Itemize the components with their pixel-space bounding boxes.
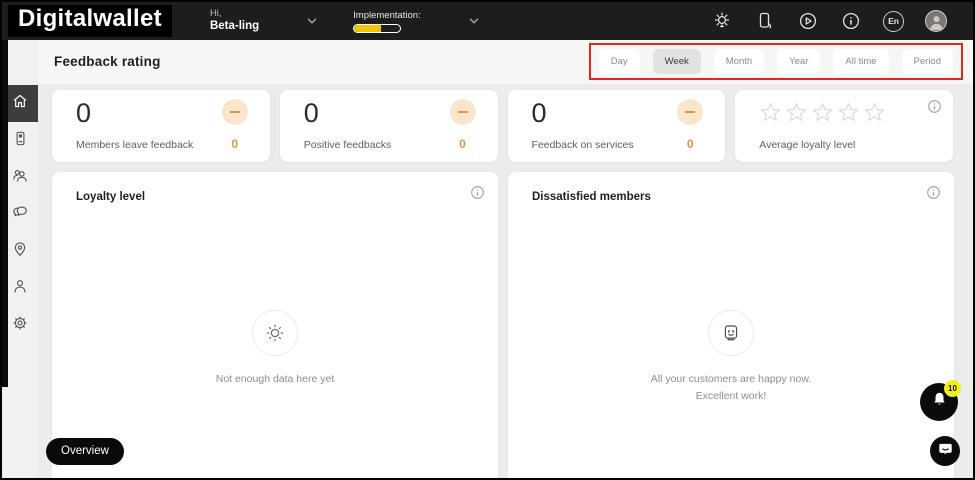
star-rating: [759, 101, 886, 129]
dissatisfied-empty-state: All your customers are happy now. Excell…: [508, 310, 954, 406]
stat-delta: 0: [459, 137, 466, 151]
tab-year[interactable]: Year: [777, 49, 821, 74]
stat-value: 0: [76, 98, 92, 128]
dissatisfied-members-panel: Dissatisfied members All your customers …: [508, 172, 954, 478]
members-icon: [11, 166, 29, 189]
stat-label: Feedback on services: [531, 139, 634, 151]
tab-week[interactable]: Week: [652, 49, 701, 74]
star-icon: [863, 101, 886, 129]
app-logo[interactable]: Digitalwallet: [8, 5, 172, 37]
info-icon[interactable]: [926, 185, 941, 205]
neutral-trend-icon: [677, 99, 704, 125]
star-icon: [759, 101, 782, 129]
implementation-progress-bar: [353, 23, 402, 33]
topbar-actions: En: [711, 10, 947, 32]
profile-avatar[interactable]: [925, 10, 947, 32]
stat-label: Members leave feedback: [76, 139, 194, 151]
user-chevron-down-icon[interactable]: [305, 14, 319, 28]
empty-message-line2: Excellent work!: [695, 390, 767, 403]
page-header: Feedback rating Day Week Month Year All …: [38, 40, 973, 84]
overview-button[interactable]: Overview: [46, 438, 124, 465]
info-icon[interactable]: [840, 10, 862, 32]
tab-day[interactable]: Day: [598, 49, 640, 74]
chats-icon: [11, 203, 29, 226]
happy-face-icon: [708, 310, 754, 356]
chat-messenger-icon: [937, 440, 954, 462]
greeting-hi: Hi,: [209, 7, 222, 19]
stat-cards-row: 0 Members leave feedback 0 0 Positive fe…: [52, 90, 953, 162]
star-icon: [785, 101, 808, 129]
stat-value: 0: [531, 98, 547, 128]
page-title: Feedback rating: [54, 54, 161, 69]
gear-icon: [11, 314, 29, 337]
loyalty-empty-state: Not enough data here yet: [52, 310, 498, 388]
neutral-trend-icon: [449, 99, 476, 125]
tab-period[interactable]: Period: [901, 49, 953, 74]
notification-count-badge: 10: [944, 380, 961, 397]
star-icon: [837, 101, 860, 129]
info-icon[interactable]: [470, 185, 485, 205]
location-pin-icon: [11, 240, 29, 263]
empty-message-line1: All your customers are happy now.: [650, 373, 812, 385]
implementation-label: Implementation:: [353, 9, 421, 21]
stat-card-average-loyalty: Average loyalty level: [735, 90, 953, 162]
video-play-icon[interactable]: [797, 10, 819, 32]
terminal-icon: [12, 130, 29, 152]
info-icon[interactable]: [927, 99, 942, 119]
home-icon: [11, 92, 29, 115]
greeting-name: Beta-ling: [209, 19, 260, 32]
stat-value: 0: [303, 98, 319, 128]
support-chat-button[interactable]: [930, 436, 960, 466]
empty-message: Not enough data here yet: [215, 373, 335, 385]
implementation-progress-fill: [354, 24, 381, 32]
loyalty-level-panel: Loyalty level Not enough data here yet: [52, 172, 498, 478]
left-scrollbar[interactable]: [2, 40, 8, 387]
tab-all-time[interactable]: All time: [833, 49, 889, 74]
app-window: Digitalwallet Hi, Beta-ling Implementati…: [0, 0, 975, 480]
stat-card-feedback-services: 0 Feedback on services 0: [507, 90, 726, 162]
mobile-device-icon[interactable]: [754, 10, 776, 32]
neutral-trend-icon: [221, 99, 248, 125]
user-greeting[interactable]: Hi, Beta-ling: [209, 7, 260, 33]
stat-label: Average loyalty level: [759, 139, 856, 151]
topbar: Digitalwallet Hi, Beta-ling Implementati…: [2, 2, 973, 40]
empty-message: All your customers are happy now. Excell…: [651, 371, 812, 406]
stat-card-members-feedback: 0 Members leave feedback 0: [52, 90, 270, 162]
notifications-button[interactable]: 10: [920, 380, 961, 421]
implementation-progress[interactable]: Implementation:: [353, 10, 421, 33]
implementation-chevron-down-icon[interactable]: [467, 14, 481, 28]
tab-month[interactable]: Month: [713, 49, 765, 74]
stat-label: Positive feedbacks: [303, 139, 392, 151]
person-icon: [11, 277, 29, 300]
star-icon: [811, 101, 834, 129]
stat-card-positive-feedbacks: 0 Positive feedbacks 0: [279, 90, 498, 162]
stat-delta: 0: [686, 137, 694, 151]
language-label: En: [888, 16, 899, 26]
stat-delta: 0: [231, 137, 239, 151]
period-tabs-annotation: Day Week Month Year All time Period: [588, 43, 963, 80]
sun-icon: [252, 310, 298, 356]
language-switcher[interactable]: En: [883, 10, 904, 32]
panel-title: Dissatisfied members: [532, 191, 651, 203]
idea-lightbulb-icon[interactable]: [711, 10, 733, 32]
panel-title: Loyalty level: [76, 191, 146, 203]
